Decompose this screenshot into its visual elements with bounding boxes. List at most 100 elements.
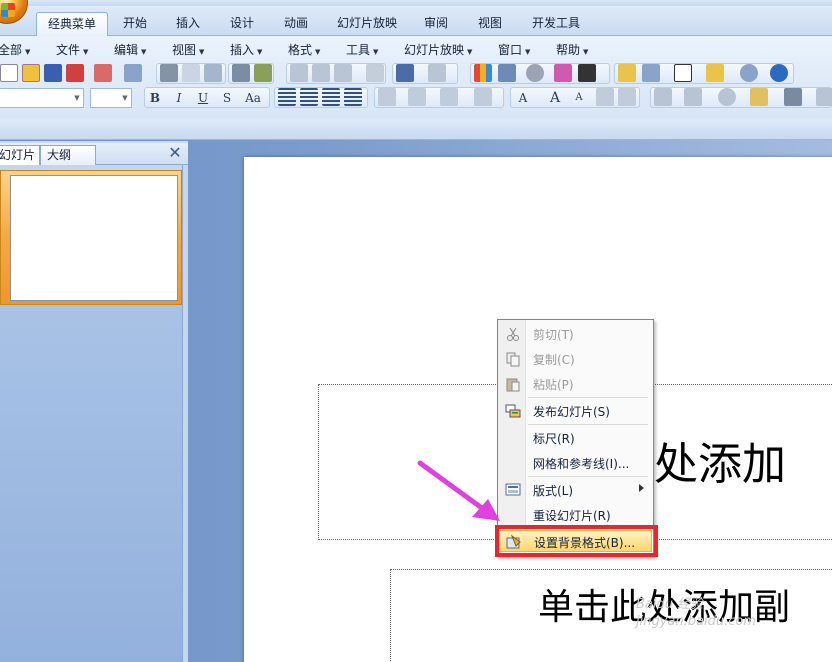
- pdf-icon[interactable]: [94, 64, 112, 82]
- chevron-down-icon: ▼: [122, 94, 128, 102]
- chart-icon[interactable]: [474, 64, 492, 82]
- grow-font-button[interactable]: A: [546, 89, 564, 107]
- menu-file[interactable]: 文件 ▼: [56, 41, 88, 58]
- menu-insert-label: 插入: [230, 43, 255, 57]
- text-direction-icon[interactable]: [378, 88, 396, 106]
- font-size-combo[interactable]: ▼: [90, 88, 132, 108]
- tab-developer[interactable]: 开发工具: [526, 12, 586, 36]
- shadow-button[interactable]: S: [218, 89, 236, 107]
- change-case-button[interactable]: Aa: [240, 89, 266, 107]
- design-icon[interactable]: [706, 64, 724, 82]
- new-icon[interactable]: [0, 64, 18, 82]
- menu-item-label: 复制(C): [533, 353, 575, 367]
- menu-all[interactable]: 全部 ▼: [0, 41, 30, 58]
- outline-icon[interactable]: [204, 64, 222, 82]
- email-icon[interactable]: [124, 64, 142, 82]
- picture-icon[interactable]: [554, 64, 572, 82]
- bold-button[interactable]: B: [146, 89, 164, 107]
- copy-icon[interactable]: [312, 64, 330, 82]
- menu-slideshow[interactable]: 幻灯片放映 ▼: [404, 41, 472, 58]
- menu-view[interactable]: 视图 ▼: [172, 41, 204, 58]
- tab-animation[interactable]: 动画: [278, 12, 314, 36]
- spelling-icon[interactable]: [232, 64, 250, 82]
- zoom-icon[interactable]: [740, 64, 758, 82]
- layout-icon[interactable]: [642, 64, 660, 82]
- tab-home[interactable]: 开始: [118, 12, 152, 36]
- menu-item-ruler[interactable]: 标尺(R): [499, 427, 652, 449]
- copy-icon: [506, 352, 520, 367]
- chevron-down-icon: ▼: [25, 48, 31, 56]
- tab-design[interactable]: 设计: [224, 12, 260, 36]
- pane-splitter[interactable]: [182, 165, 188, 662]
- menu-format[interactable]: 格式 ▼: [288, 41, 320, 58]
- slide-thumbnail-1[interactable]: [10, 175, 178, 301]
- slides-pane-tabs: 幻灯片 大纲 ✕: [0, 143, 188, 165]
- more-icon[interactable]: [816, 88, 832, 106]
- fill-color-icon[interactable]: [750, 88, 768, 106]
- line-color-icon[interactable]: [784, 88, 802, 106]
- group-icon[interactable]: [684, 88, 702, 106]
- arrange-icon[interactable]: [654, 88, 672, 106]
- menu-item-layout[interactable]: 版式(L): [499, 479, 652, 501]
- line-style-icon[interactable]: [578, 64, 596, 82]
- tab-insert[interactable]: 插入: [170, 12, 206, 36]
- submenu-arrow-icon: [639, 484, 644, 492]
- menu-window[interactable]: 窗口 ▼: [498, 41, 530, 58]
- menu-help-label: 帮助: [556, 43, 581, 57]
- research-icon[interactable]: [254, 64, 272, 82]
- line-spacing-icon[interactable]: [408, 88, 426, 106]
- new-slide-icon[interactable]: [618, 64, 636, 82]
- open-folder-icon[interactable]: [22, 64, 40, 82]
- print-preview-icon[interactable]: [182, 64, 200, 82]
- paste-icon[interactable]: [334, 64, 352, 82]
- tab-outline[interactable]: 大纲: [40, 145, 96, 165]
- align-center-icon[interactable]: [300, 88, 318, 106]
- print-icon[interactable]: [160, 64, 178, 82]
- format-painter-icon[interactable]: [366, 64, 384, 82]
- close-icon[interactable]: ✕: [167, 144, 183, 162]
- permission-icon[interactable]: [66, 64, 84, 82]
- ribbon-tab-strip: 经典菜单 开始 插入 设计 动画 幻灯片放映 审阅 视图 开发工具: [0, 6, 832, 37]
- clipart-icon[interactable]: [526, 64, 544, 82]
- menu-item-publish-slides[interactable]: 发布幻灯片(S): [499, 400, 652, 422]
- tab-review[interactable]: 审阅: [418, 12, 454, 36]
- menu-item-label: 重设幻灯片(R): [533, 509, 611, 523]
- font-color-button[interactable]: A: [514, 89, 532, 107]
- watermark-line2: jingyan.baidu.com: [636, 614, 756, 629]
- tab-slideshow[interactable]: 幻灯片放映: [334, 12, 400, 36]
- textbox-icon[interactable]: [674, 64, 692, 82]
- decrease-indent-icon[interactable]: [596, 88, 614, 106]
- redo-icon[interactable]: [428, 64, 446, 82]
- slide-thumbnail-selected[interactable]: [0, 170, 182, 305]
- menu-item-copy[interactable]: 复制(C): [499, 348, 652, 370]
- undo-icon[interactable]: [396, 64, 414, 82]
- classic-menubar: 全部 ▼ 文件 ▼ 编辑 ▼ 视图 ▼ 插入 ▼ 格式 ▼ 工具 ▼ 幻灯片放映 ▼ 窗口 ▼ 帮…: [0, 38, 832, 60]
- menu-item-cut[interactable]: 剪切(T): [499, 323, 652, 345]
- numbering-icon[interactable]: [474, 88, 492, 106]
- bullets-icon[interactable]: [440, 88, 458, 106]
- menu-item-grid-guides[interactable]: 网格和参考线(I)...: [499, 452, 652, 474]
- tab-slides[interactable]: 幻灯片: [0, 145, 40, 165]
- cut-icon[interactable]: [290, 64, 308, 82]
- table-icon[interactable]: [498, 64, 516, 82]
- tab-view[interactable]: 视图: [472, 12, 508, 36]
- underline-button[interactable]: U: [194, 89, 212, 107]
- menu-edit[interactable]: 编辑 ▼: [114, 41, 146, 58]
- save-icon[interactable]: [44, 64, 62, 82]
- menu-help[interactable]: 帮助 ▼: [556, 41, 588, 58]
- align-left-icon[interactable]: [278, 88, 296, 106]
- justify-icon[interactable]: [344, 88, 362, 106]
- menu-tools[interactable]: 工具 ▼: [346, 41, 378, 58]
- help-icon[interactable]: [770, 64, 788, 82]
- italic-button[interactable]: I: [170, 89, 188, 107]
- shape-icon[interactable]: [718, 88, 736, 106]
- menu-item-paste[interactable]: 粘贴(P): [499, 373, 652, 395]
- tab-classic-menu[interactable]: 经典菜单: [36, 12, 108, 37]
- shrink-font-button[interactable]: A: [570, 89, 588, 107]
- font-name-combo[interactable]: ▼: [0, 88, 84, 108]
- menu-insert[interactable]: 插入 ▼: [230, 41, 262, 58]
- increase-indent-icon[interactable]: [618, 88, 636, 106]
- menu-item-reset-slide[interactable]: 重设幻灯片(R): [499, 504, 652, 526]
- align-right-icon[interactable]: [322, 88, 340, 106]
- menu-item-format-background[interactable]: 设置背景格式(B)...: [499, 530, 652, 552]
